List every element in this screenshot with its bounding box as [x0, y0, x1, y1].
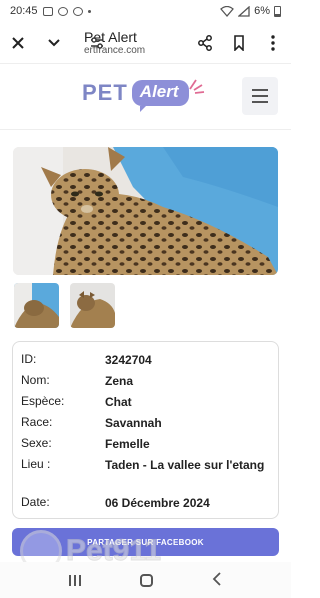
info-row-species: Espèce: Chat [21, 394, 265, 410]
gallery-icon [42, 6, 53, 16]
battery-icon [274, 5, 281, 17]
more-vert-icon[interactable] [261, 31, 285, 55]
hamburger-icon-line [252, 95, 268, 97]
info-value: 3242704 [105, 353, 152, 367]
system-nav-bar [0, 562, 291, 598]
signal-icon [238, 5, 250, 17]
pet-thumbnail-1[interactable] [14, 283, 59, 328]
pet-info-card: ID: 3242704 Nom: Zena Espèce: Chat Race:… [12, 341, 279, 519]
status-bar: 20:45 6% [0, 0, 291, 22]
info-label: ID: [21, 352, 37, 366]
info-row-breed: Race: Savannah [21, 415, 265, 431]
pet-thumbnail-2[interactable] [70, 283, 115, 328]
logo-pet-text: PET [82, 80, 128, 105]
back-icon[interactable] [212, 570, 222, 591]
recent-apps-icon[interactable] [69, 574, 82, 586]
logo-alert-text: Alert [131, 80, 189, 112]
browser-title-area[interactable]: Pet Alert ertfrance.com [66, 29, 193, 57]
hamburger-icon-line [252, 101, 268, 103]
info-row-name: Nom: Zena [21, 373, 265, 389]
info-value: Zena [105, 374, 134, 388]
pet-alert-logo[interactable]: PET Alert [82, 79, 205, 112]
share-icon[interactable] [193, 31, 217, 55]
info-value: 06 Décembre 2024 [105, 496, 210, 510]
info-row-id: ID: 3242704 [21, 352, 265, 368]
info-label: Race: [21, 415, 53, 429]
info-value: Savannah [105, 416, 162, 430]
info-row-location: Lieu : Taden - La vallee sur l'etang [21, 457, 265, 473]
info-row-sex: Sexe: Femelle [21, 436, 265, 452]
pet-main-photo[interactable] [13, 147, 278, 275]
hamburger-icon-line [252, 89, 268, 91]
info-value: Femelle [105, 437, 150, 451]
info-value: Taden - La vallee sur l'etang [105, 458, 265, 472]
info-label: Date: [21, 495, 50, 509]
home-icon[interactable] [139, 573, 153, 587]
close-icon[interactable] [6, 31, 30, 55]
messenger-icon [57, 6, 68, 16]
bookmark-icon[interactable] [227, 31, 251, 55]
info-label: Nom: [21, 373, 50, 387]
chevron-down-icon[interactable] [42, 31, 66, 55]
info-label: Lieu : [21, 457, 51, 471]
info-value: Chat [105, 395, 132, 409]
browser-toolbar: Pet Alert ertfrance.com [0, 22, 291, 64]
site-settings-icon[interactable] [90, 36, 104, 50]
sync-icon [72, 6, 83, 16]
info-row-date: Date: 06 Décembre 2024 [21, 495, 265, 511]
info-label: Espèce: [21, 394, 65, 408]
info-label: Sexe: [21, 436, 52, 450]
wifi-icon [220, 5, 235, 17]
battery-level: 6% [254, 5, 270, 17]
status-time: 20:45 [10, 5, 38, 17]
alert-rays-icon [188, 79, 204, 94]
menu-button[interactable] [242, 77, 278, 115]
more-notifications-icon [87, 9, 91, 13]
